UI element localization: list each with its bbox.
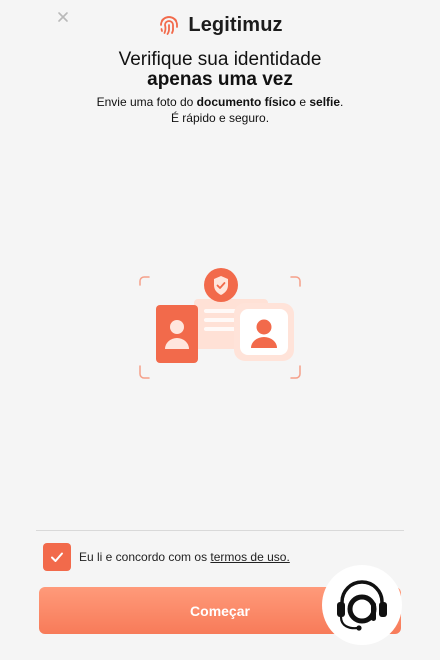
headset-support-icon xyxy=(337,580,387,631)
fingerprint-icon xyxy=(160,16,179,35)
subtitle-period: . xyxy=(340,95,344,109)
page-subtitle: Envie uma foto do documento físico e sel… xyxy=(0,94,440,126)
page-title: Verifique sua identidade apenas uma vez xyxy=(0,50,440,90)
terms-text: Eu li e concordo com os xyxy=(79,550,211,564)
subtitle-document: documento físico xyxy=(196,95,297,109)
subtitle-line-2: É rápido e seguro. xyxy=(170,111,270,125)
title-line-1: Verifique sua identidade xyxy=(118,49,322,70)
subtitle-prefix: Envie uma foto do xyxy=(96,95,197,109)
support-chat-button[interactable] xyxy=(322,565,402,645)
terms-of-use-link[interactable]: termos de uso. xyxy=(210,550,289,564)
subtitle-and: e xyxy=(296,95,310,109)
checkmark-icon xyxy=(51,552,63,562)
brand-name: Legitimuz xyxy=(188,13,283,36)
title-line-2: apenas uma vez xyxy=(147,69,293,90)
divider xyxy=(36,530,404,531)
subtitle-selfie: selfie xyxy=(309,95,341,109)
terms-checkbox[interactable] xyxy=(43,543,71,571)
id-card-selfie-illustration xyxy=(139,268,301,379)
terms-consent: Eu li e concordo com os termos de uso. xyxy=(43,543,290,571)
brand-logo: Legitimuz xyxy=(0,13,440,37)
terms-label: Eu li e concordo com os termos de uso. xyxy=(79,550,290,564)
identity-verification-illustration xyxy=(136,265,306,383)
